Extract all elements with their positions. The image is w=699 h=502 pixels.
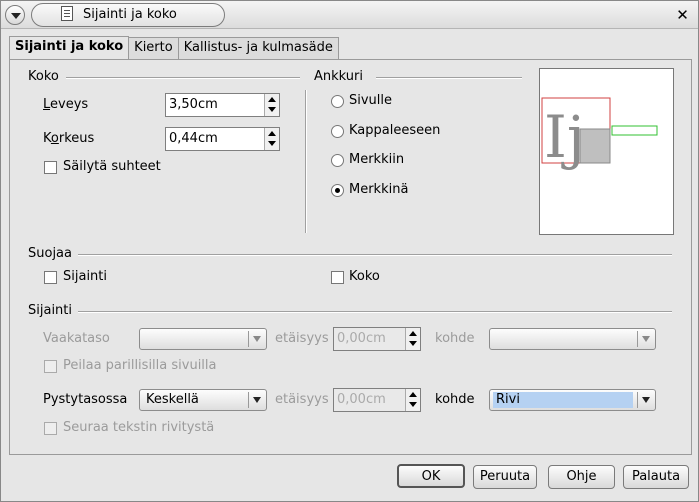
anchor-character-label: Merkkiin (349, 152, 405, 167)
title-bar: Sijainti ja koko ✕ (1, 1, 698, 29)
tab-rotation[interactable]: Kierto (128, 37, 179, 59)
vertical-target-value: Rivi (493, 392, 633, 408)
preview-line (611, 125, 658, 136)
height-spin-buttons[interactable] (264, 128, 279, 150)
protect-position-label: Sijainti (63, 269, 108, 284)
horizontal-label: Vaakataso (43, 331, 110, 346)
window-title: Sijainti ja koko (83, 7, 177, 22)
protect-size-label: Koko (349, 269, 380, 284)
tab-position-size[interactable]: Sijainti ja koko (9, 36, 130, 59)
vertical-up-icon[interactable] (409, 392, 417, 397)
dialog-window: Sijainti ja koko ✕ Sijainti ja koko Kier… (0, 0, 699, 502)
anchor-paragraph-radio[interactable] (331, 125, 344, 138)
cancel-button[interactable]: Peruuta (473, 465, 537, 489)
vertical-distance-spin[interactable] (405, 389, 420, 411)
vertical-distance-value: 0,00cm (337, 392, 386, 407)
position-preview: Ij (539, 68, 674, 235)
height-field[interactable]: 0,44cm (165, 127, 280, 151)
vertical-dropdown-icon[interactable] (248, 392, 264, 408)
window-menu-icon[interactable] (5, 5, 25, 25)
preview-glyph: Ij (544, 103, 585, 171)
keep-ratio-label: Säilytä suhteet (63, 159, 161, 174)
horizontal-select[interactable] (139, 328, 267, 350)
size-heading: Koko (28, 69, 59, 84)
position-divider (78, 311, 672, 312)
protect-position-checkbox[interactable] (44, 271, 57, 284)
width-up-icon[interactable] (268, 97, 276, 102)
width-field[interactable]: 3,50cm (165, 93, 280, 117)
preview-graphic: Ij (541, 97, 658, 171)
tab-panel: Koko Leveys 3,50cm Korkeus 0,44cm Säilyt… (9, 59, 692, 455)
horizontal-dropdown-icon[interactable] (248, 331, 264, 347)
horizontal-target-select[interactable] (489, 328, 656, 350)
horizontal-target-dropdown-icon[interactable] (637, 331, 653, 347)
horizontal-distance-value: 0,00cm (337, 331, 386, 346)
anchor-character-radio[interactable] (331, 154, 344, 167)
anchor-heading: Ankkuri (314, 69, 363, 84)
follow-text-checkbox[interactable] (44, 422, 57, 435)
protect-divider (78, 254, 672, 255)
preview-object (579, 128, 611, 164)
reset-button[interactable]: Palauta (623, 465, 689, 489)
vertical-select[interactable]: Keskellä (139, 389, 267, 411)
anchor-paragraph-label: Kappaleeseen (349, 123, 441, 138)
protect-heading: Suojaa (28, 246, 72, 261)
horizontal-distance-label: etäisyys (275, 331, 329, 346)
anchor-divider (376, 77, 522, 78)
anchor-page-label: Sivulle (349, 93, 393, 108)
height-label: Korkeus (43, 131, 95, 146)
help-button[interactable]: Ohje (548, 465, 615, 489)
vertical-target-dropdown-icon[interactable] (637, 392, 653, 408)
height-up-icon[interactable] (268, 131, 276, 136)
anchor-as-character-label: Merkkinä (349, 182, 409, 197)
vertical-label: Pystytasossa (43, 392, 128, 407)
width-down-icon[interactable] (268, 107, 276, 112)
horizontal-target-label: kohde (435, 331, 475, 346)
mirror-checkbox[interactable] (44, 360, 57, 373)
vertical-down-icon[interactable] (409, 402, 417, 407)
size-divider (66, 77, 300, 78)
horizontal-down-icon[interactable] (409, 341, 417, 346)
document-icon (61, 6, 73, 21)
anchor-page-radio[interactable] (331, 95, 344, 108)
vertical-value: Keskellä (146, 392, 199, 407)
width-value: 3,50cm (169, 97, 218, 112)
horizontal-distance-spin[interactable] (405, 328, 420, 350)
anchor-as-character-radio[interactable] (331, 184, 344, 197)
height-value: 0,44cm (169, 131, 218, 146)
height-down-icon[interactable] (268, 141, 276, 146)
ok-button[interactable]: OK (397, 464, 465, 488)
tab-bar: Sijainti ja koko Kierto Kallistus- ja ku… (9, 36, 339, 59)
mirror-label: Peilaa parillisilla sivuilla (63, 358, 217, 373)
anchor-divider-vertical (305, 90, 306, 233)
horizontal-distance-field[interactable]: 0,00cm (333, 327, 421, 351)
vertical-target-select[interactable]: Rivi (489, 389, 656, 411)
position-heading: Sijainti (28, 303, 73, 318)
horizontal-up-icon[interactable] (409, 331, 417, 336)
follow-text-label: Seuraa tekstin rivitystä (63, 420, 215, 435)
close-icon[interactable]: ✕ (675, 8, 690, 23)
width-label: Leveys (43, 97, 89, 112)
protect-size-checkbox[interactable] (331, 271, 344, 284)
tab-slant[interactable]: Kallistus- ja kulmasäde (177, 37, 339, 59)
keep-ratio-checkbox[interactable] (44, 161, 57, 174)
vertical-distance-field[interactable]: 0,00cm (333, 388, 421, 412)
vertical-target-label: kohde (435, 392, 475, 407)
vertical-distance-label: etäisyys (275, 392, 329, 407)
width-spin-buttons[interactable] (264, 94, 279, 116)
